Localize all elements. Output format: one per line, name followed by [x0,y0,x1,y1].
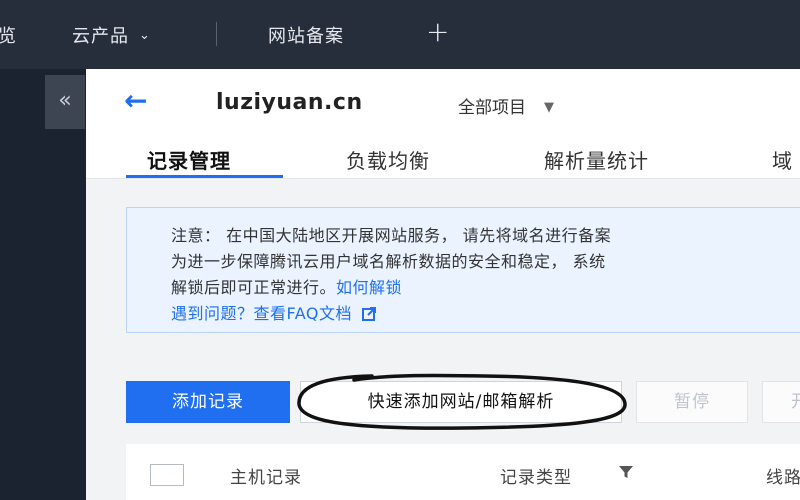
external-link-icon[interactable] [362,307,377,321]
tab-record-management[interactable]: 记录管理 [147,145,231,174]
page-header: ← luziyuan.cn 全部项目 ▼ 记录管理 负载均衡 解析量统计 域 [86,69,800,179]
add-record-button[interactable]: 添加记录 [126,381,290,423]
content-area: 注意： 在中国大陆地区开展网站服务， 请先将域名进行备案 为进一步保障腾讯云用户… [86,179,800,500]
select-all-checkbox[interactable] [150,464,184,486]
sidebar-collapse-button[interactable]: « [45,75,85,129]
domain-title: luziyuan.cn [216,90,363,115]
notice-line-1: 注意： 在中国大陆地区开展网站服务， 请先将域名进行备案 [171,226,612,245]
notice-line-3-text: 解锁后即可正常进行。 [171,278,337,297]
quick-add-website-mail-button[interactable]: 快速添加网站/邮箱解析 [300,381,622,423]
project-selector[interactable]: 全部项目 ▼ [458,93,554,118]
tab-resolution-stats[interactable]: 解析量统计 [544,145,649,174]
tab-domain[interactable]: 域 [772,145,793,174]
filter-icon[interactable] [618,464,634,480]
notice-line-4: 遇到问题？查看FAQ文档 [171,300,377,324]
dropdown-arrow-icon: ▼ [544,100,554,115]
how-to-unlock-link[interactable]: 如何解锁 [336,278,402,297]
active-tab-indicator [126,175,283,178]
notice-banner: 注意： 在中国大陆地区开展网站服务， 请先将域名进行备案 为进一步保障腾讯云用户… [126,207,800,333]
back-arrow-icon[interactable]: ← [124,87,147,115]
tab-load-balancing[interactable]: 负载均衡 [346,145,430,174]
enable-button[interactable]: 开 [762,381,800,423]
column-record-type[interactable]: 记录类型 [500,463,572,488]
chevron-down-icon: ⌄ [139,28,151,43]
top-navigation-bar: 览 云产品 ⌄ 网站备案 + [0,0,800,69]
nav-website-beian[interactable]: 网站备案 [268,22,344,48]
notice-question-text: 遇到问题？ [171,304,254,323]
left-sidebar [0,69,86,500]
project-selector-label: 全部项目 [458,98,526,118]
faq-doc-link[interactable]: 查看FAQ文档 [254,304,353,323]
pause-button[interactable]: 暂停 [636,381,748,423]
nav-overview[interactable]: 览 [0,22,17,48]
records-table-header: 主机记录 记录类型 线路 [126,444,800,500]
nav-cloud-products-label: 云产品 [72,26,129,47]
column-line[interactable]: 线路 [766,463,800,488]
nav-cloud-products[interactable]: 云产品 ⌄ [72,22,151,48]
column-host-record[interactable]: 主机记录 [230,463,302,488]
main-panel: ← luziyuan.cn 全部项目 ▼ 记录管理 负载均衡 解析量统计 域 注意… [86,69,800,500]
notice-line-2: 为进一步保障腾讯云用户域名解析数据的安全和稳定， 系统 [171,252,606,271]
notice-line-3: 解锁后即可正常进行。如何解锁 [171,274,402,298]
nav-divider [216,22,217,46]
add-tab-icon[interactable]: + [426,18,449,46]
